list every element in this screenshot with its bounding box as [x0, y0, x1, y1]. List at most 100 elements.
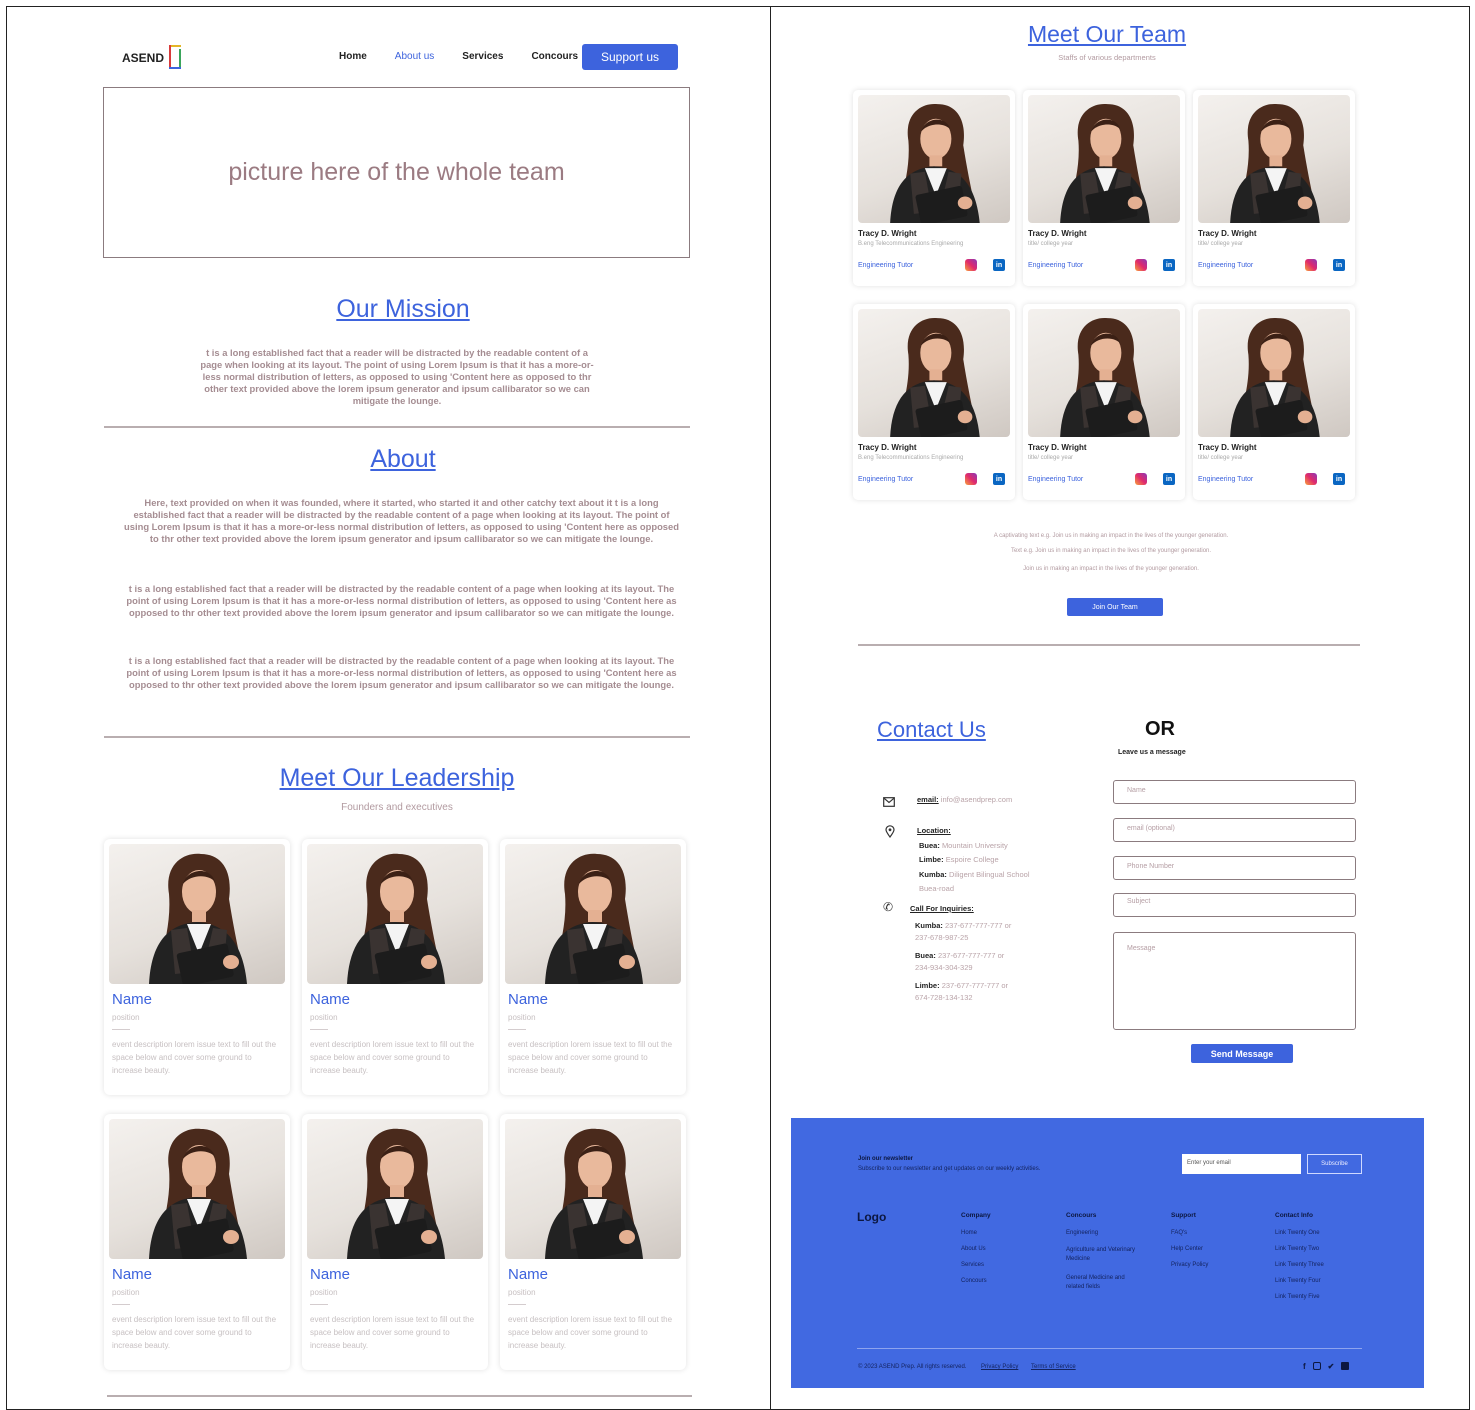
call-label: Call For Inquiries: — [910, 904, 974, 913]
support-us-button[interactable]: Support us — [582, 44, 678, 70]
portrait-illustration — [149, 853, 247, 984]
newsletter-title: Join our newsletter — [858, 1156, 914, 1162]
subscribe-button[interactable]: Subscribe — [1307, 1154, 1362, 1174]
email-value[interactable]: info@asendprep.com — [941, 795, 1012, 804]
team-member-credential: title/ college year — [1198, 455, 1244, 461]
footer-link[interactable]: Agriculture and Veterinary Medicine — [1066, 1246, 1136, 1264]
instagram-icon[interactable] — [1305, 473, 1317, 485]
instagram-icon[interactable] — [965, 473, 977, 485]
newsletter-email-input[interactable]: Enter your email — [1182, 1154, 1301, 1174]
terms-link[interactable]: Terms of Service — [1031, 1364, 1076, 1370]
instagram-icon[interactable] — [1305, 259, 1317, 271]
leader-card[interactable]: Name position event description lorem issu… — [302, 839, 488, 1095]
social-icons: f ✔ — [1303, 1362, 1350, 1371]
nav-home[interactable]: Home — [339, 51, 367, 62]
footer-column-title: Concours — [1066, 1212, 1097, 1219]
main-nav: Home About us Services Concours — [339, 51, 578, 62]
footer-link[interactable]: Services — [961, 1262, 1051, 1268]
leader-card[interactable]: Name position event description lorem issu… — [302, 1114, 488, 1370]
footer-logo[interactable]: Logo — [857, 1210, 886, 1224]
divider — [858, 644, 1360, 646]
footer-link[interactable]: Help Center — [1171, 1246, 1251, 1252]
footer-link[interactable]: Link Twenty Five — [1275, 1294, 1365, 1300]
leader-card[interactable]: Name position event description lorem issu… — [500, 1114, 686, 1370]
nav-concours[interactable]: Concours — [531, 51, 578, 62]
instagram-icon[interactable] — [1135, 259, 1147, 271]
leader-position: position — [112, 1288, 140, 1297]
footer-link[interactable]: Link Twenty Two — [1275, 1246, 1365, 1252]
message-textarea[interactable]: Message — [1113, 932, 1356, 1030]
team-card[interactable]: Tracy D. Wright title/ college year Engine… — [1023, 304, 1185, 500]
site-logo[interactable]: ASEND — [122, 45, 183, 71]
call-numbers[interactable]: 237-677-777-777 or — [942, 981, 1008, 990]
facebook-icon[interactable]: f — [1303, 1362, 1306, 1371]
location-row: Limbe: Espoire College — [917, 853, 1029, 868]
portrait-illustration — [545, 1128, 643, 1259]
footer-link[interactable]: General Medicine and related fields — [1066, 1274, 1136, 1292]
footer-link[interactable]: FAQ's — [1171, 1230, 1251, 1236]
leader-card[interactable]: Name position event description lorem issu… — [500, 839, 686, 1095]
linkedin-icon[interactable] — [1341, 1362, 1350, 1370]
instagram-icon[interactable] — [1312, 1362, 1321, 1370]
mission-title: Our Mission — [336, 295, 470, 323]
contact-title: Contact Us — [877, 717, 986, 742]
team-card[interactable]: Tracy D. Wright title/ college year Engine… — [1193, 90, 1355, 286]
linkedin-icon[interactable]: in — [1333, 473, 1345, 485]
divider — [112, 1029, 130, 1030]
team-card[interactable]: Tracy D. Wright title/ college year Engine… — [1193, 304, 1355, 500]
email-label: email: — [917, 795, 939, 804]
footer-link[interactable]: Link Twenty Four — [1275, 1278, 1365, 1284]
footer-column-title: Support — [1171, 1212, 1196, 1219]
portrait-illustration — [890, 317, 980, 437]
subject-field[interactable]: Subject — [1113, 893, 1356, 917]
instagram-icon[interactable] — [965, 259, 977, 271]
linkedin-icon[interactable]: in — [993, 473, 1005, 485]
footer-link[interactable]: Link Twenty One — [1275, 1230, 1365, 1236]
footer-link[interactable]: Home — [961, 1230, 1051, 1236]
team-card[interactable]: Tracy D. Wright B.eng Telecommunications … — [853, 90, 1015, 286]
team-member-role: Engineering Tutor — [858, 476, 914, 483]
leader-card[interactable]: Name position event description lorem issu… — [104, 839, 290, 1095]
linkedin-icon[interactable]: in — [993, 259, 1005, 271]
footer-link[interactable]: Link Twenty Three — [1275, 1262, 1365, 1268]
phone-field[interactable]: Phone Number — [1113, 856, 1356, 880]
team-photo — [1198, 95, 1350, 223]
twitter-icon[interactable]: ✔ — [1328, 1362, 1335, 1371]
leader-description: event description lorem issue text to fi… — [112, 1040, 277, 1075]
leader-name: Name — [112, 991, 153, 1008]
team-card[interactable]: Tracy D. Wright B.eng Telecommunications … — [853, 304, 1015, 500]
linkedin-icon[interactable]: in — [1163, 473, 1175, 485]
leader-photo — [109, 1119, 285, 1259]
footer-link[interactable]: About Us — [961, 1246, 1051, 1252]
cta-line-1: A captivating text e.g. Join us in makin… — [993, 533, 1229, 539]
send-message-button[interactable]: Send Message — [1191, 1044, 1293, 1063]
team-member-name: Tracy D. Wright — [858, 229, 917, 238]
about-title: About — [370, 445, 436, 473]
divider — [508, 1304, 526, 1305]
team-photo — [1028, 309, 1180, 437]
footer-link[interactable]: Concours — [961, 1278, 1051, 1284]
linkedin-icon[interactable]: in — [1163, 259, 1175, 271]
privacy-policy-link[interactable]: Privacy Policy — [981, 1364, 1018, 1370]
footer-link[interactable]: Engineering — [1066, 1230, 1136, 1236]
join-team-button[interactable]: Join Our Team — [1067, 598, 1163, 616]
call-numbers-more[interactable]: 674-728-134-132 — [915, 993, 973, 1002]
call-numbers[interactable]: 237-677-777-777 or — [945, 921, 1011, 930]
location-place: Espoire College — [945, 855, 999, 864]
email-field[interactable]: email (optional) — [1113, 818, 1356, 842]
name-field[interactable]: Name — [1113, 780, 1356, 804]
call-numbers-more[interactable]: 237-678-987-25 — [915, 933, 968, 942]
or-label: OR — [1145, 718, 1175, 740]
instagram-icon[interactable] — [1135, 473, 1147, 485]
call-numbers[interactable]: 237-677-777-777 or — [938, 951, 1004, 960]
portrait-illustration — [1230, 317, 1320, 437]
footer-link[interactable]: Privacy Policy — [1171, 1262, 1251, 1268]
nav-about[interactable]: About us — [395, 51, 434, 62]
logo-text: ASEND — [122, 51, 165, 65]
leader-card[interactable]: Name position event description lorem issu… — [104, 1114, 290, 1370]
nav-services[interactable]: Services — [462, 51, 503, 62]
call-numbers-more[interactable]: 234-934-304-329 — [915, 963, 973, 972]
team-card[interactable]: Tracy D. Wright title/ college year Engine… — [1023, 90, 1185, 286]
linkedin-icon[interactable]: in — [1333, 259, 1345, 271]
leader-name: Name — [112, 1266, 153, 1283]
